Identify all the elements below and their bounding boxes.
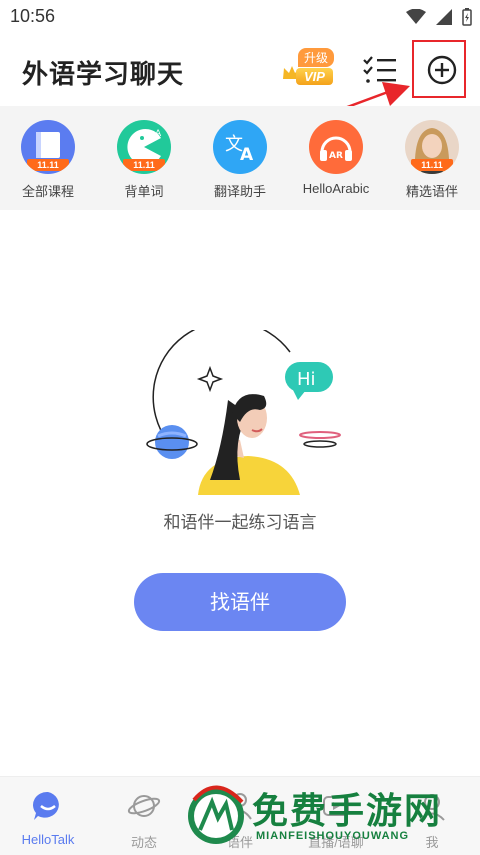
status-icons (406, 8, 472, 26)
shortcut-featured-partners[interactable]: 11.11 精选语伴 (384, 120, 480, 200)
empty-state-text: 和语伴一起练习语言 (163, 513, 317, 532)
watermark-logo (188, 785, 244, 844)
status-time: 10:56 (10, 6, 56, 26)
signal-icon (436, 9, 452, 25)
site-watermark: 免费手游网 MIANFEISHOUYOUWANG (186, 780, 480, 854)
nav-hellotalk[interactable]: HelloTalk (0, 789, 96, 847)
highlight-box (412, 40, 466, 98)
wifi-icon (406, 9, 426, 24)
nav-moments[interactable]: 动态 (96, 789, 192, 851)
status-bar: 10:56 (0, 0, 480, 34)
shortcut-helloarabic[interactable]: AR HelloArabic (288, 120, 384, 196)
shortcut-all-courses[interactable]: 11.11 全部课程 (0, 120, 96, 200)
battery-icon (462, 8, 472, 26)
shortcut-label: 翻译助手 (213, 184, 266, 199)
shortcut-bar: 11.11 全部课程 A 11.11 背单词 文 A 翻译助手 AR Hello… (0, 106, 480, 210)
nav-label: HelloTalk (21, 832, 75, 847)
empty-state-illustration: Hi (146, 330, 341, 495)
promo-tag: 11.11 (411, 159, 453, 171)
promo-tag: 11.11 (27, 159, 69, 171)
watermark-title: 免费手游网 (252, 790, 443, 831)
svg-text:Hi: Hi (297, 369, 316, 390)
promo-tag: 11.11 (123, 159, 165, 171)
shortcut-translate[interactable]: 文 A 翻译助手 (192, 120, 288, 200)
shortcut-label: 全部课程 (21, 184, 74, 199)
nav-label: 动态 (130, 835, 157, 850)
pacman-words-icon: A 11.11 (117, 120, 171, 174)
svg-text:A: A (240, 145, 254, 165)
page-title: 外语学习聊天 (22, 59, 185, 89)
shortcut-label: HelloArabic (302, 181, 370, 196)
shortcut-vocabulary[interactable]: A 11.11 背单词 (96, 120, 192, 200)
svg-text:A: A (155, 129, 162, 139)
shortcut-label: 精选语伴 (405, 184, 458, 199)
headphones-ar-icon: AR (309, 120, 363, 174)
svg-text:AR: AR (329, 151, 343, 161)
translate-icon: 文 A (213, 120, 267, 174)
book-icon: 11.11 (21, 120, 75, 174)
chat-icon (33, 791, 59, 820)
watermark-subtitle: MIANFEISHOUYOUWANG (256, 830, 410, 842)
shortcut-label: 背单词 (124, 184, 164, 199)
partner-avatar-icon: 11.11 (405, 120, 459, 174)
find-partner-button[interactable]: 找语伴 (134, 573, 346, 631)
planet-icon (127, 795, 161, 817)
vip-upgrade-label: 升级 (298, 48, 335, 67)
